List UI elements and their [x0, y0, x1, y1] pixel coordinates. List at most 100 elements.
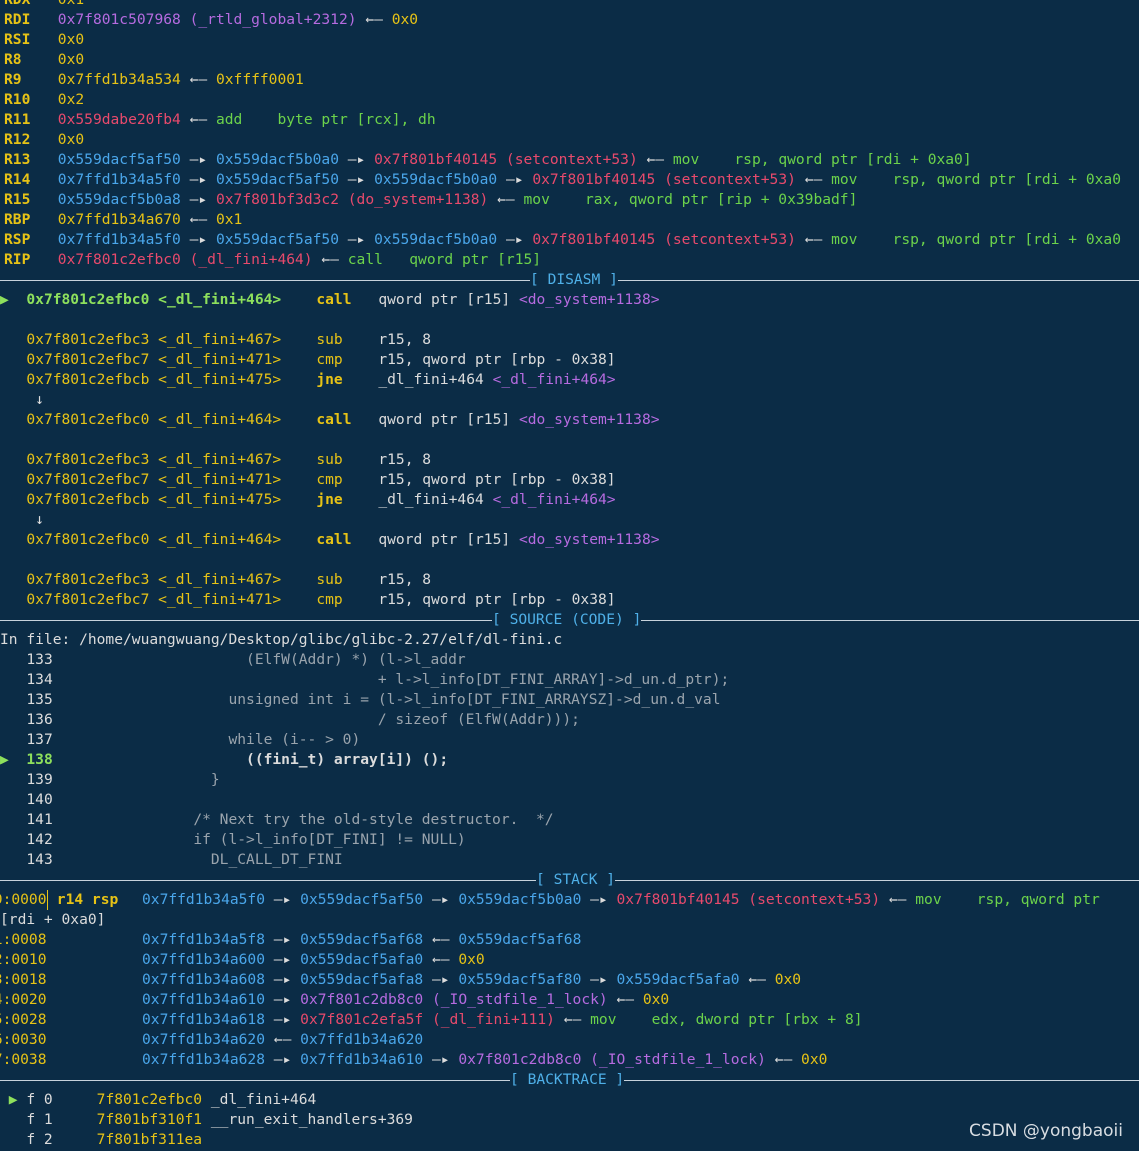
- instruction-address: 0x7f801c2efbc7 <_dl_fini+471>: [26, 351, 282, 368]
- value-text: 0x7f801c2db8c0 (_IO_stdfile_1_lock): [300, 991, 608, 1008]
- register-row: R8 0x0: [0, 50, 1139, 70]
- section-divider: [ DISASM ]: [0, 270, 1139, 290]
- branch-target: <do_system+1138>: [518, 411, 660, 428]
- line-number: 138: [26, 751, 53, 768]
- instruction-mnemonic: call: [316, 411, 352, 428]
- cursor-indicator: [0, 491, 18, 508]
- instruction-mnemonic: jne: [316, 371, 343, 388]
- value-text: mov rsp, qword ptr [rdi + 0xa0: [831, 231, 1122, 248]
- value-text: —▸: [265, 1011, 301, 1028]
- cursor-indicator: [0, 571, 18, 588]
- value-text: 0x7f801c507968 (_rtld_global+2312): [57, 11, 357, 28]
- cursor-indicator: [0, 671, 18, 688]
- value-text: ←—: [880, 891, 916, 908]
- source-code: + l->l_info[DT_FINI_ARRAY]->d_un.d_ptr);: [52, 671, 730, 688]
- cursor-indicator: ▶: [0, 291, 18, 308]
- source-line: 140: [0, 790, 1139, 810]
- value-text: —▸: [423, 891, 459, 908]
- cursor-indicator: [0, 1111, 26, 1128]
- value-text: 0x559dacf5afa0: [300, 951, 424, 968]
- value-text: 0x7ffd1b34a600: [142, 951, 266, 968]
- section-title: [ STACK ]: [536, 870, 616, 890]
- value-text: —▸: [338, 151, 375, 168]
- value-text: —▸: [265, 1051, 301, 1068]
- value-text: —▸: [497, 171, 533, 188]
- value-text: ←—: [554, 1011, 591, 1028]
- register-name: R10: [4, 91, 31, 108]
- value-text: —▸: [581, 891, 617, 908]
- value-text: 0x559dacf5b0a0: [374, 231, 498, 248]
- value-text: 0x0: [57, 31, 85, 48]
- instruction-operands: r15, 8: [378, 451, 432, 468]
- value-text: 0xffff0001: [215, 71, 304, 88]
- branch-target: <do_system+1138>: [518, 291, 660, 308]
- value-text: 0x7ffd1b34a620: [142, 1031, 266, 1048]
- stack-row: 07:00380x7ffd1b34a628 —▸ 0x7ffd1b34a610 …: [0, 1050, 1139, 1070]
- disasm-header: [ DISASM ]: [0, 270, 1139, 290]
- instruction-mnemonic: call: [316, 531, 352, 548]
- value-text: 0x7f801bf40145 (setcontext+53): [532, 231, 796, 248]
- disasm-row: 0x7f801c2efbc0 <_dl_fini+464> call qword …: [0, 530, 1139, 550]
- source-line: 143 DL_CALL_DT_FINI: [0, 850, 1139, 870]
- source-line: 137 while (i-- > 0): [0, 730, 1139, 750]
- frame-symbol: __run_exit_handlers+369: [210, 1111, 413, 1128]
- value-text: 0x559dacf5af80: [458, 971, 582, 988]
- instruction-operands: qword ptr [r15]: [378, 531, 519, 548]
- line-number: 142: [26, 831, 53, 848]
- value-text: —▸: [581, 971, 617, 988]
- cursor-indicator: ▶: [0, 751, 18, 768]
- value-text: ←—: [180, 71, 216, 88]
- line-number: 133: [26, 651, 53, 668]
- source-line: 135 unsigned int i = (l->l_info[DT_FINI_…: [0, 690, 1139, 710]
- register-name: RSI: [4, 31, 31, 48]
- value-text: mov rsp, qword ptr [rdi + 0xa0: [831, 171, 1122, 188]
- value-text: 0x7ffd1b34a5f8: [142, 931, 266, 948]
- instruction-operands: r15, 8: [378, 571, 432, 588]
- value-text: —▸: [423, 971, 459, 988]
- value-text: ←—: [795, 231, 832, 248]
- stack-offset: 01:0008: [0, 931, 47, 948]
- watermark: CSDN @yongbaoii: [969, 1121, 1123, 1141]
- disasm-row: 0x7f801c2efbc7 <_dl_fini+471> cmp r15, qw…: [0, 590, 1139, 610]
- instruction-address: 0x7f801c2efbc7 <_dl_fini+471>: [26, 591, 282, 608]
- jump-arrow: ↓: [0, 391, 44, 408]
- value-text: 0x559dacf5b0a8: [57, 191, 181, 208]
- register-row: R9 0x7ffd1b34a534 ←— 0xffff0001: [0, 70, 1139, 90]
- value-text: ←—: [607, 991, 643, 1008]
- stack-row: [rdi + 0xa0]: [0, 910, 1139, 930]
- value-text: 0x7f801bf40145 (setcontext+53): [374, 151, 638, 168]
- cursor-indicator: [0, 531, 18, 548]
- value-text: —▸: [180, 171, 216, 188]
- frame-address: 7f801c2efbc0: [96, 1091, 203, 1108]
- disasm-row: 0x7f801c2efbcb <_dl_fini+475> jne _dl_fin…: [0, 370, 1139, 390]
- value-text: 0x7ffd1b34a620: [300, 1031, 424, 1048]
- value-text: 0x559dacf5b0a0: [458, 891, 582, 908]
- line-number: 141: [26, 811, 53, 828]
- section-title: [ DISASM ]: [530, 270, 618, 290]
- instruction-operands: r15, qword ptr [rbp - 0x38]: [378, 351, 616, 368]
- stack-offset: 04:0020: [0, 991, 47, 1008]
- register-row: RDI 0x7f801c507968 (_rtld_global+2312) ←…: [0, 10, 1139, 30]
- value-text: 0x7ffd1b34a5f0: [57, 171, 181, 188]
- instruction-operands: r15, qword ptr [rbp - 0x38]: [378, 591, 616, 608]
- stack-offset: 06:0030: [0, 1031, 47, 1048]
- value-text: 0x559dacf5b0a0: [374, 171, 498, 188]
- source-code: /* Next try the old-style destructor. */: [52, 811, 554, 828]
- value-text: mov edx, dword ptr [rbx + 8]: [590, 1011, 863, 1028]
- cursor-indicator: [0, 851, 18, 868]
- value-text: 0x0: [57, 51, 85, 68]
- value-text: 0x7f801bf40145 (setcontext+53): [532, 171, 796, 188]
- stack-row: 03:00180x7ffd1b34a608 —▸ 0x559dacf5afa8 …: [0, 970, 1139, 990]
- value-text: 0x559dacf5afa8: [300, 971, 424, 988]
- value-text: mov rsp, qword ptr [rdi + 0xa0]: [672, 151, 972, 168]
- value-text: 0x559dacf5afa0: [616, 971, 740, 988]
- value-text: 0x559dabe20fb4: [57, 111, 181, 128]
- branch-target: <do_system+1138>: [518, 531, 660, 548]
- stack-offset: 05:0028: [0, 1011, 47, 1028]
- value-text: 0x559dacf5af50: [215, 231, 339, 248]
- value-text: —▸: [180, 151, 216, 168]
- instruction-address: 0x7f801c2efbc3 <_dl_fini+467>: [26, 451, 282, 468]
- instruction-address: 0x7f801c2efbc0 <_dl_fini+464>: [26, 531, 282, 548]
- stack-row: 01:00080x7ffd1b34a5f8 —▸ 0x559dacf5af68 …: [0, 930, 1139, 950]
- stack-row: 05:0028 0x7ffd1b34a618 —▸ 0x7f801c2efa5f …: [0, 1010, 1139, 1030]
